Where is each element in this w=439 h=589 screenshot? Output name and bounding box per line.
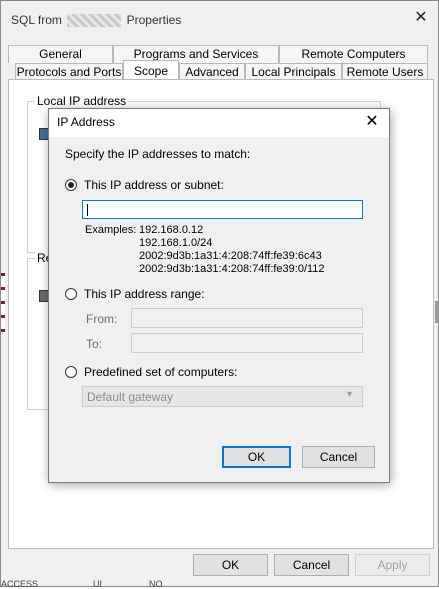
tab-protocols-ports-label: Protocols and Ports: [16, 65, 122, 79]
window-close-icon[interactable]: ✕: [412, 9, 430, 27]
bottom-fragment-1: ACCESS: [1, 579, 39, 589]
radio-ip-range-label: This IP address range:: [84, 287, 205, 301]
tab-local-principals-label: Local Principals: [251, 65, 336, 79]
radio-ip-range[interactable]: [65, 288, 77, 300]
chevron-down-icon: ▾: [347, 389, 353, 400]
tab-remote-users-label: Remote Users: [346, 65, 424, 79]
left-edge-artifact: [1, 273, 5, 333]
text-caret: [87, 204, 88, 216]
tab-advanced-label: Advanced: [185, 65, 239, 79]
window-title-left: SQL from: [11, 13, 62, 27]
radio-predefined[interactable]: [65, 366, 77, 378]
window-title: SQL from Properties: [11, 13, 182, 28]
bg-ok-button[interactable]: OK: [193, 554, 268, 576]
tab-general-label: General: [39, 47, 82, 61]
bg-apply-button[interactable]: Apply: [355, 554, 430, 576]
tab-remote-computers[interactable]: Remote Computers: [279, 45, 428, 63]
right-edge-artifact: [435, 301, 439, 323]
redacted-name: [67, 14, 122, 28]
radio-ip-subnet-label: This IP address or subnet:: [84, 178, 224, 192]
predefined-select-value: Default gateway: [87, 390, 174, 404]
bg-cancel-button[interactable]: Cancel: [274, 554, 349, 576]
tab-remote-users[interactable]: Remote Users: [342, 63, 428, 80]
dialog-cancel-button[interactable]: Cancel: [302, 446, 375, 468]
tab-scope[interactable]: Scope: [123, 60, 179, 81]
ip-address-dialog: IP Address ✕ Specify the IP addresses to…: [48, 108, 390, 483]
window-title-right: Properties: [126, 13, 182, 27]
tab-scope-label: Scope: [133, 64, 169, 78]
dialog-ok-button[interactable]: OK: [222, 446, 291, 468]
ip-subnet-input[interactable]: [82, 200, 363, 219]
tab-remote-computers-label: Remote Computers: [301, 47, 406, 61]
radio-predefined-label: Predefined set of computers:: [84, 365, 238, 379]
example-3: 2002:9d3b:1a31:4:208:74ff:fe39:6c43: [139, 250, 322, 262]
dialog-close-icon[interactable]: ✕: [363, 113, 381, 131]
predefined-select[interactable]: Default gateway ▾: [82, 386, 363, 407]
to-input[interactable]: [131, 333, 363, 353]
tab-programs-services-label: Programs and Services: [133, 47, 259, 61]
local-ip-label: Local IP address: [35, 94, 129, 108]
from-label: From:: [86, 312, 118, 326]
example-4: 2002:9d3b:1a31:4:208:74ff:fe39:0/112: [139, 263, 325, 275]
example-1: 192.168.0.12: [139, 224, 204, 236]
example-2: 192.168.1.0/24: [139, 237, 213, 249]
tab-local-principals[interactable]: Local Principals: [245, 63, 342, 80]
from-input[interactable]: [131, 308, 363, 328]
bottom-fragment-2: UI: [93, 579, 102, 589]
tab-advanced[interactable]: Advanced: [179, 63, 245, 80]
radio-ip-subnet[interactable]: [65, 179, 77, 191]
examples-label: Examples:: [85, 224, 137, 236]
tab-general[interactable]: General: [8, 45, 113, 63]
bottom-fragment-3: NO: [149, 579, 163, 589]
dialog-title: IP Address: [57, 115, 115, 129]
tab-protocols-ports[interactable]: Protocols and Ports: [15, 63, 123, 80]
to-label: To:: [86, 337, 103, 351]
dialog-prompt: Specify the IP addresses to match:: [65, 147, 251, 161]
